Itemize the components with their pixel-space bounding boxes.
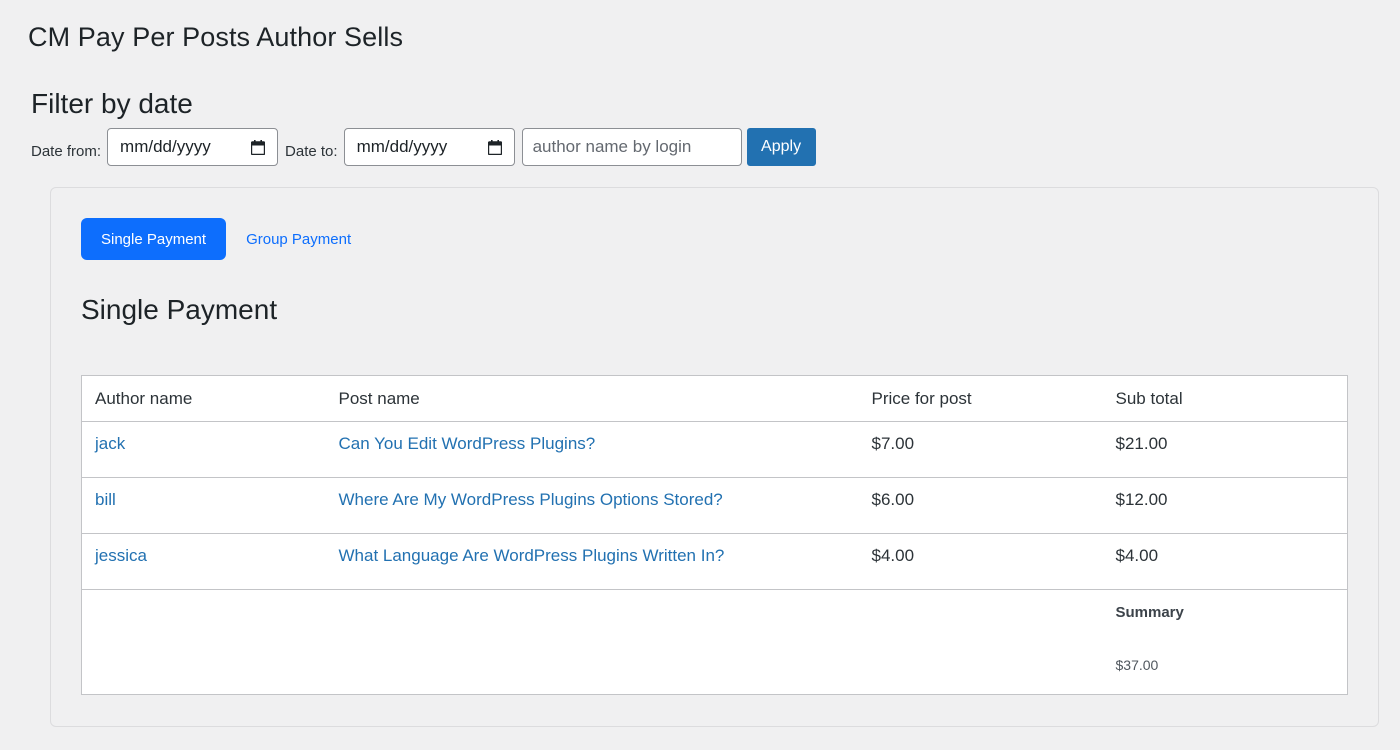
table-row: jessica What Language Are WordPress Plug… — [81, 533, 1348, 590]
date-from-value: mm/dd/yyyy — [120, 137, 211, 156]
date-to-value: mm/dd/yyyy — [356, 137, 448, 156]
column-header-subtotal: Sub total — [1102, 375, 1348, 422]
payments-panel: Single Payment Group Payment Single Paym… — [50, 187, 1379, 727]
subtotal-cell: $4.00 — [1102, 533, 1348, 590]
column-header-price: Price for post — [858, 375, 1103, 422]
subtotal-cell: $21.00 — [1102, 421, 1348, 478]
column-header-author: Author name — [81, 375, 326, 422]
post-link[interactable]: Can You Edit WordPress Plugins? — [339, 434, 596, 453]
summary-total: $37.00 — [1115, 657, 1159, 673]
calendar-icon[interactable] — [251, 139, 266, 155]
date-to-label: Date to: — [285, 142, 338, 160]
price-cell: $7.00 — [858, 421, 1103, 478]
page-title: CM Pay Per Posts Author Sells — [28, 22, 404, 52]
section-title: Single Payment — [81, 294, 278, 325]
filter-row: Date from: mm/dd/yyyy Date to: mm/dd/yyy… — [31, 128, 816, 166]
author-link[interactable]: bill — [95, 490, 116, 509]
date-from-label: Date from: — [31, 142, 102, 160]
apply-button[interactable]: Apply — [746, 128, 816, 166]
date-from-input[interactable]: mm/dd/yyyy — [107, 128, 279, 166]
tab-group-payment[interactable]: Group Payment — [246, 231, 351, 248]
summary-row: Summary $37.00 — [82, 590, 1348, 695]
table-header-row: Author name Post name Price for post Sub… — [81, 375, 1348, 422]
filter-title: Filter by date — [31, 88, 193, 119]
subtotal-cell: $12.00 — [1102, 477, 1348, 534]
price-cell: $4.00 — [858, 533, 1103, 590]
date-to-input[interactable]: mm/dd/yyyy — [343, 128, 515, 166]
payment-tabs: Single Payment Group Payment — [81, 218, 351, 260]
tab-single-payment[interactable]: Single Payment — [81, 218, 227, 260]
author-search-input[interactable] — [521, 128, 742, 166]
column-header-post: Post name — [325, 375, 859, 422]
calendar-icon[interactable] — [487, 139, 502, 155]
summary-label: Summary — [1115, 604, 1184, 621]
post-link[interactable]: What Language Are WordPress Plugins Writ… — [339, 546, 725, 565]
author-link[interactable]: jessica — [95, 546, 147, 565]
payments-table: Author name Post name Price for post Sub… — [81, 375, 1348, 695]
author-link[interactable]: jack — [95, 434, 125, 453]
table-row: jack Can You Edit WordPress Plugins? $7.… — [81, 421, 1348, 478]
post-link[interactable]: Where Are My WordPress Plugins Options S… — [339, 490, 723, 509]
table-row: bill Where Are My WordPress Plugins Opti… — [81, 477, 1348, 534]
price-cell: $6.00 — [858, 477, 1103, 534]
